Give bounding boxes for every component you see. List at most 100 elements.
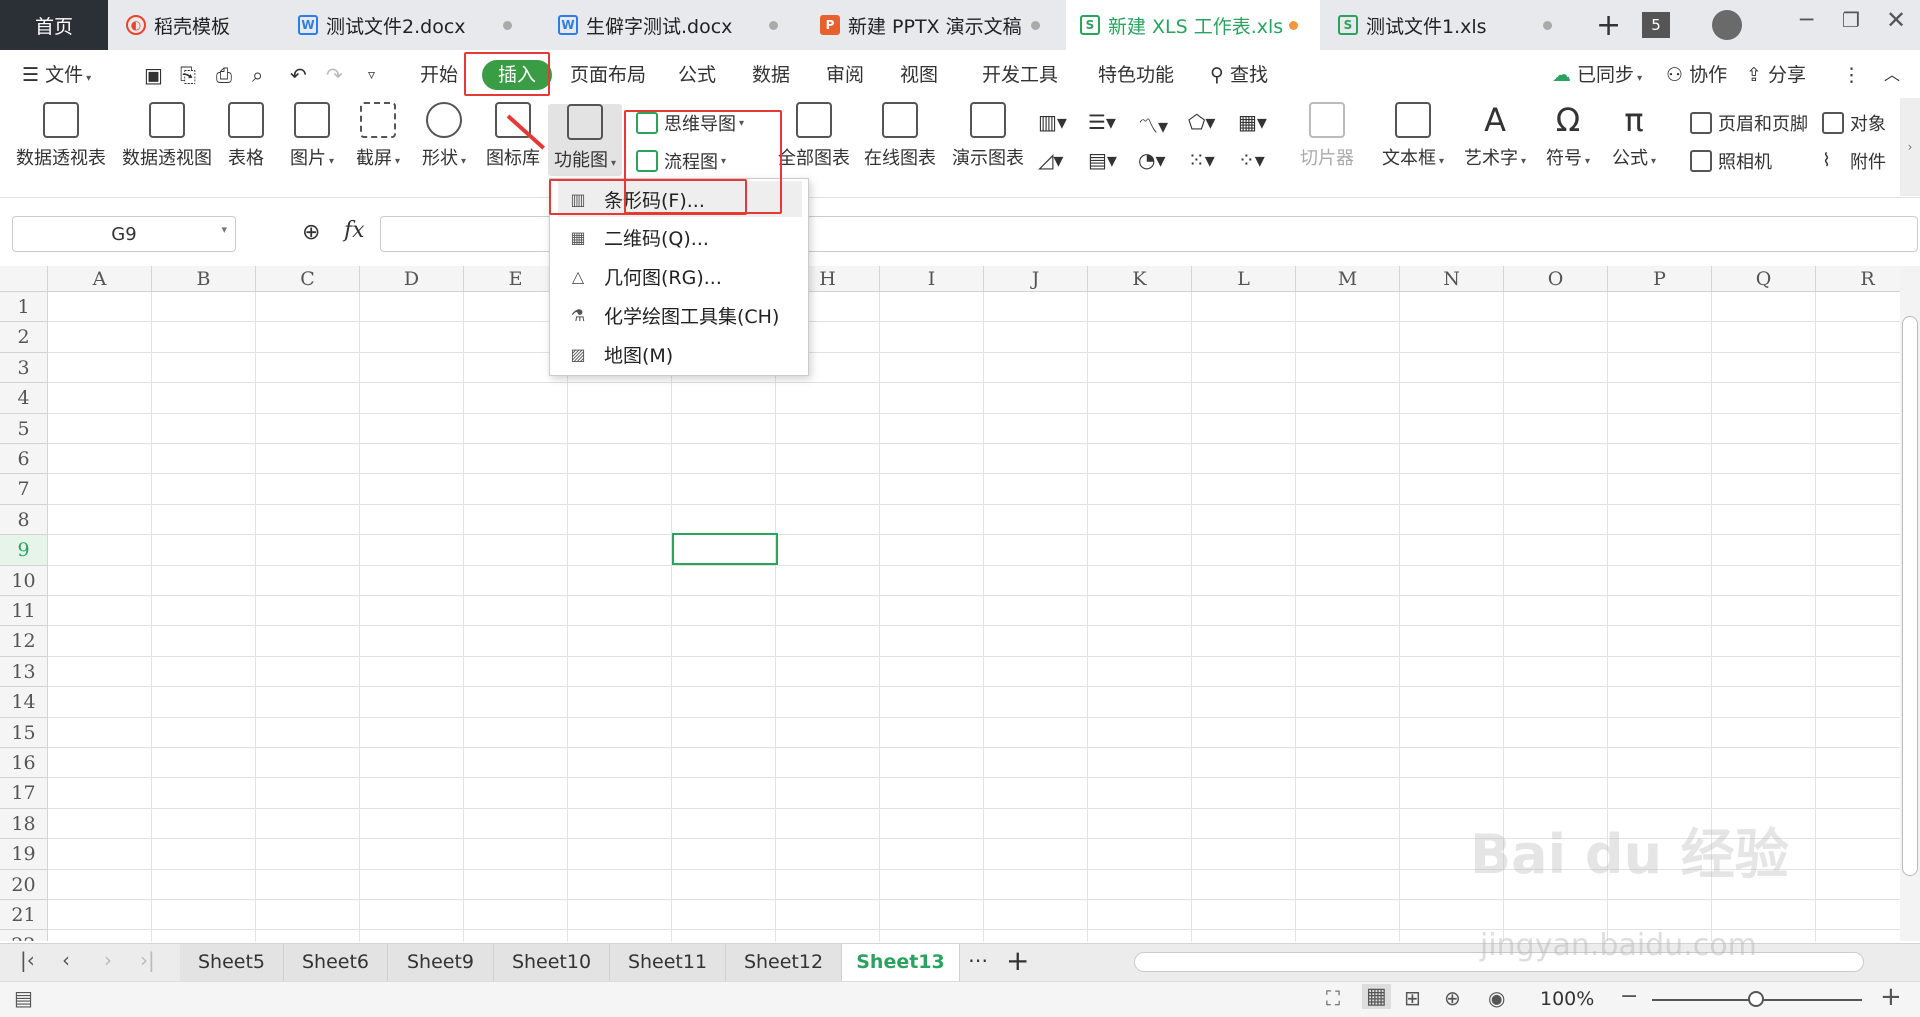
row-header[interactable]: 20 [0,869,48,900]
zoom-find-icon[interactable]: ⊕ [302,220,320,245]
zoom-slider-handle[interactable] [1748,991,1764,1007]
print-icon[interactable]: ⎙ [216,58,232,92]
row-header[interactable]: 1 [0,292,48,323]
preview-icon[interactable]: ⌕ [252,58,263,92]
object-button[interactable]: 对象 [1822,110,1886,136]
add-sheet-icon[interactable]: + [1006,944,1029,977]
chemistry-item[interactable]: ⚗ 化学绘图工具集(CH) [558,297,802,333]
other-chart-icon[interactable]: ⁘▾ [1238,148,1265,172]
header-footer-button[interactable]: 页眉和页脚 [1690,110,1808,136]
row-header[interactable]: 6 [0,444,48,475]
column-header[interactable]: A [48,266,152,292]
all-charts-button[interactable]: 全部图表 [778,102,850,170]
row-header[interactable]: 4 [0,383,48,414]
scatter-chart-icon[interactable]: ⁙▾ [1188,148,1215,172]
row-header[interactable]: 12 [0,626,48,657]
tab-docer[interactable]: ◐ 稻壳模板 [112,0,280,50]
undo-icon[interactable]: ↶ [290,58,307,92]
avatar[interactable] [1712,10,1742,40]
column-header[interactable]: D [360,266,464,292]
next-sheet-icon[interactable]: › [104,948,112,972]
row-header[interactable]: 8 [0,504,48,536]
equation-button[interactable]: π 公式 ▾ [1612,102,1656,170]
map-item[interactable]: ▨ 地图(M) [558,336,802,372]
row-header[interactable]: 22 [0,930,48,941]
zoom-level[interactable]: 100% [1540,988,1594,1010]
tab-xls-test1[interactable]: S 测试文件1.xls [1324,0,1574,50]
textbox-button[interactable]: 文本框 ▾ [1382,102,1444,170]
file-menu[interactable]: ☰ 文件 ▾ [22,58,91,92]
sheet-tab[interactable]: Sheet6 [284,944,388,981]
minimize-icon[interactable]: ─ [1800,8,1813,33]
attachment-button[interactable]: ⌇ 附件 [1822,148,1886,174]
menu-formula[interactable]: 公式 [678,58,716,92]
tab-doc2[interactable]: W 测试文件2.docx [284,0,534,50]
column-header[interactable]: B [152,266,256,292]
column-header[interactable]: Q [1712,266,1816,292]
line-chart-icon[interactable]: 〽▾ [1138,110,1168,139]
table-button[interactable]: 表格 [228,102,264,170]
screenshot-button[interactable]: 截屏 ▾ [356,102,400,170]
eye-protect-icon[interactable]: ◉ [1488,986,1505,1010]
tab-xls-new[interactable]: S 新建 XLS 工作表.xls [1066,0,1320,50]
tab-home[interactable]: 首页 [0,0,108,50]
column-header[interactable]: P [1608,266,1712,292]
normal-view-icon[interactable]: ▦ [1362,984,1391,1009]
tab-ppt[interactable]: P 新建 PPTX 演示文稿 [806,0,1062,50]
column-header[interactable]: I [880,266,984,292]
restore-icon[interactable]: ❐ [1842,8,1860,32]
close-dot-icon[interactable] [503,21,512,30]
close-window-icon[interactable]: ✕ [1886,6,1906,34]
share-button[interactable]: ⇪ 分享 [1746,58,1806,92]
tab-doc-rare[interactable]: W 生僻字测试.docx [544,0,800,50]
menu-special[interactable]: 特色功能 [1098,58,1174,92]
column-header[interactable]: C [256,266,360,292]
row-header[interactable]: 11 [0,596,48,627]
fullscreen-icon[interactable]: ⛶ [1326,986,1340,1010]
row-header[interactable]: 7 [0,474,48,505]
more-icon[interactable]: ⋮ [1842,58,1861,92]
page-layout-view-icon[interactable]: ⊕ [1444,986,1461,1010]
row-header[interactable]: 15 [0,717,48,748]
zoom-out-icon[interactable]: − [1620,984,1638,1009]
row-header[interactable]: 2 [0,322,48,353]
demo-chart-button[interactable]: 演示图表 [952,102,1024,170]
picture-button[interactable]: 图片 ▾ [290,102,334,170]
first-sheet-icon[interactable]: |‹ [20,948,35,972]
camera-button[interactable]: 照相机 [1690,148,1772,174]
menu-page-layout[interactable]: 页面布局 [570,58,646,92]
geometry-item[interactable]: △ 几何图(RG)... [558,258,802,294]
column-header[interactable]: O [1504,266,1608,292]
row-header[interactable]: 18 [0,808,48,840]
pivot-table-button[interactable]: 数据透视表 [16,102,106,170]
scroll-thumb[interactable] [1902,316,1918,876]
pivot-chart-button[interactable]: 数据透视图 [122,102,212,170]
slicer-button[interactable]: 切片器 [1300,102,1354,170]
row-header[interactable]: 14 [0,687,48,718]
column-chart-icon[interactable]: ▥▾ [1038,110,1067,134]
tab-count-badge[interactable]: 5 [1642,12,1670,38]
new-tab-icon[interactable]: + [1596,8,1621,43]
macro-icon[interactable]: ▤ [14,986,33,1010]
column-header[interactable]: R [1816,266,1900,292]
fx-icon[interactable]: fx [344,218,365,243]
pie-chart-icon[interactable]: ◔▾ [1138,148,1166,172]
row-header[interactable]: 5 [0,413,48,444]
collapse-ribbon-icon[interactable]: ︿ [1884,58,1900,92]
menu-data[interactable]: 数据 [752,58,790,92]
func-chart-button[interactable]: 功能图 ▾ [548,104,623,176]
page-break-view-icon[interactable]: ⊞ [1404,986,1421,1010]
quick-access-chevron-icon[interactable]: ▿ [368,58,375,92]
collab-button[interactable]: ⚇ 协作 [1666,58,1727,92]
menu-review[interactable]: 审阅 [826,58,864,92]
combo-chart-icon[interactable]: ▤▾ [1088,148,1117,172]
column-header[interactable]: L [1192,266,1296,292]
select-all-corner[interactable] [0,266,48,292]
sheet-tab[interactable]: Sheet11 [610,944,726,981]
area-chart-icon[interactable]: ◿▾ [1038,148,1063,172]
menu-developer[interactable]: 开发工具 [982,58,1058,92]
column-header[interactable]: J [984,266,1088,292]
row-header[interactable]: 10 [0,565,48,596]
output-icon[interactable]: ⎘ [180,58,196,92]
redo-icon[interactable]: ↷ [326,58,343,92]
